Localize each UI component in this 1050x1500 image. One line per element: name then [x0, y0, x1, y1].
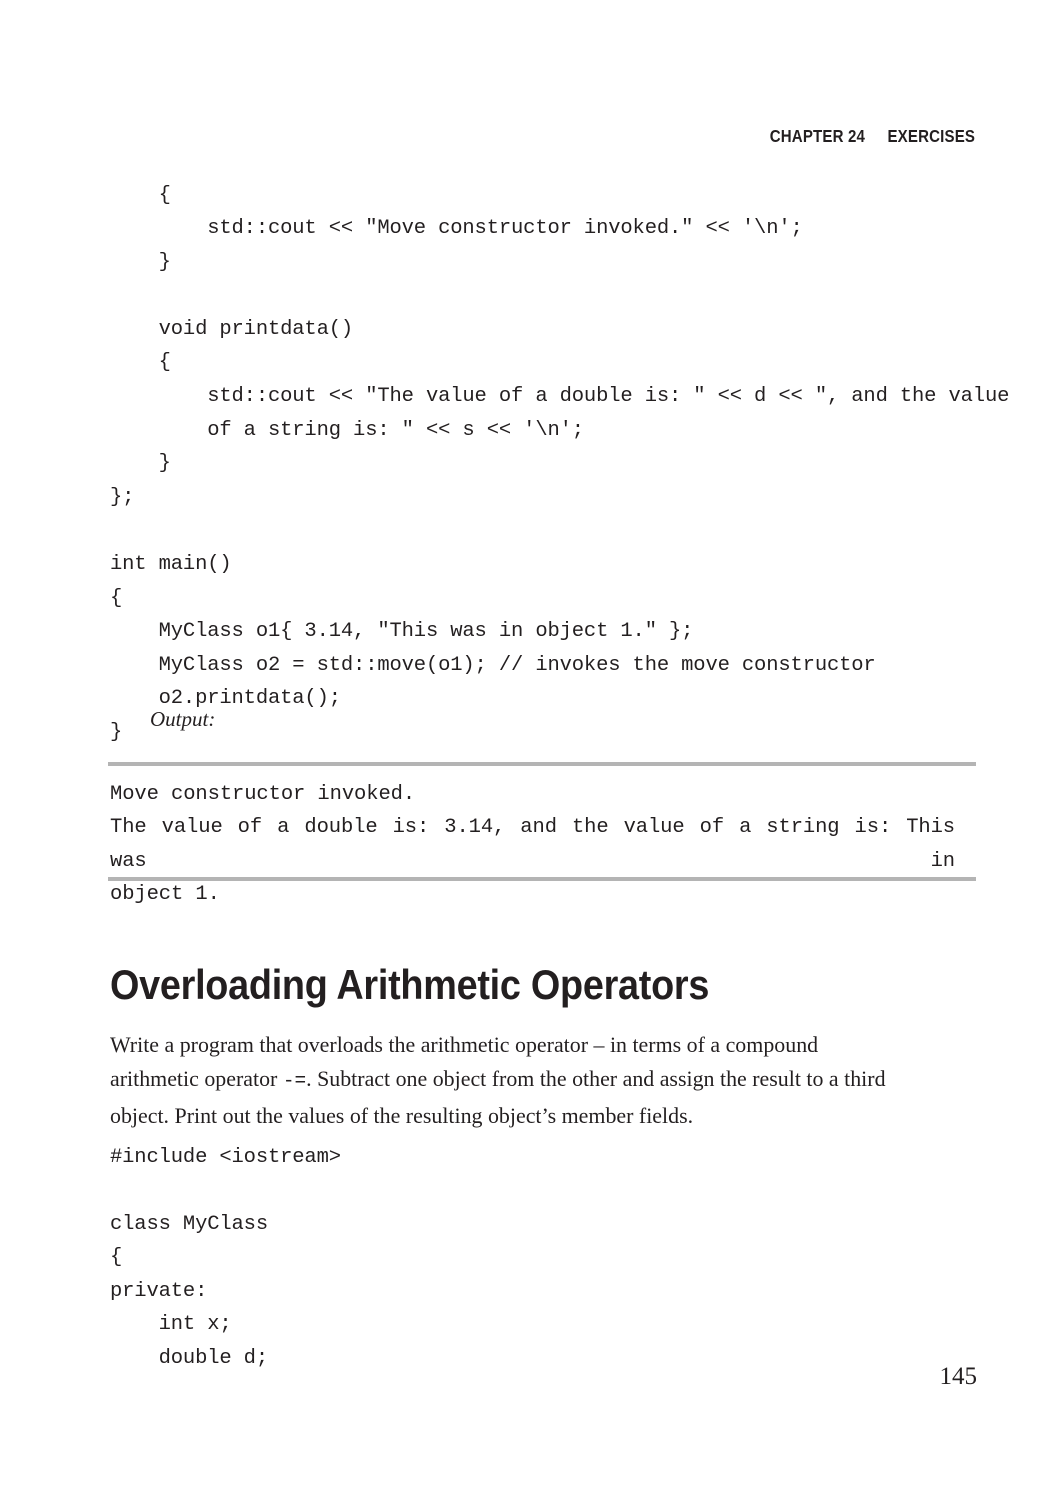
code-line: } [110, 250, 171, 274]
output-line-1: Move constructor invoked. [110, 783, 416, 806]
code-line: int main() [110, 553, 232, 577]
code-line: private: [110, 1279, 208, 1303]
running-header-chapter: CHAPTER 24 [769, 126, 865, 146]
code-line: std::cout << "Move constructor invoked."… [110, 217, 803, 241]
code-line: #include <iostream> [110, 1145, 341, 1169]
output-rule-bottom [108, 877, 976, 881]
code-line: MyClass o2 = std::move(o1); // invokes t… [110, 653, 876, 677]
code-line: class MyClass [110, 1212, 268, 1236]
output-rule-top [108, 762, 976, 766]
code-line: void printdata() [110, 317, 354, 341]
output-caption: Output: [150, 707, 216, 731]
output-line-3: object 1. [110, 883, 220, 907]
code-line: { [110, 351, 171, 375]
code-line: double d; [110, 1347, 269, 1371]
code-line: { [110, 183, 171, 207]
output-console: Move constructor invoked. The value of a… [110, 778, 955, 912]
code-line: { [110, 1246, 123, 1270]
document-page: CHAPTER 24 EXERCISES { std::cout << "Move… [0, 0, 1050, 1500]
code-line: int x; [110, 1313, 232, 1337]
paragraph-operator-literal: -= [282, 1069, 307, 1093]
code-block-upper: { std::cout << "Move constructor invoked… [110, 179, 1010, 750]
code-block-lower: #include <iostream> class MyClass { privat… [110, 1141, 980, 1376]
running-header: CHAPTER 24 EXERCISES [752, 105, 975, 168]
running-header-section: EXERCISES [887, 126, 975, 146]
page-number: 145 [939, 1363, 978, 1390]
output-line-2: The value of a double is: 3.14, and the … [110, 816, 955, 873]
code-line: MyClass o1{ 3.14, "This was in object 1.… [110, 620, 694, 644]
section-paragraph: Write a program that overloads the arith… [110, 1028, 886, 1133]
code-line: } [110, 721, 123, 744]
code-line: o2.printdata(); [110, 687, 341, 711]
code-line: of a string is: " << s << '\n'; [110, 418, 584, 442]
section-heading: Overloading Arithmetic Operators [110, 961, 710, 1009]
code-line: }; [110, 485, 135, 509]
code-line: std::cout << "The value of a double is: … [110, 385, 1010, 409]
code-line: { [110, 586, 123, 610]
code-line: } [110, 452, 171, 476]
